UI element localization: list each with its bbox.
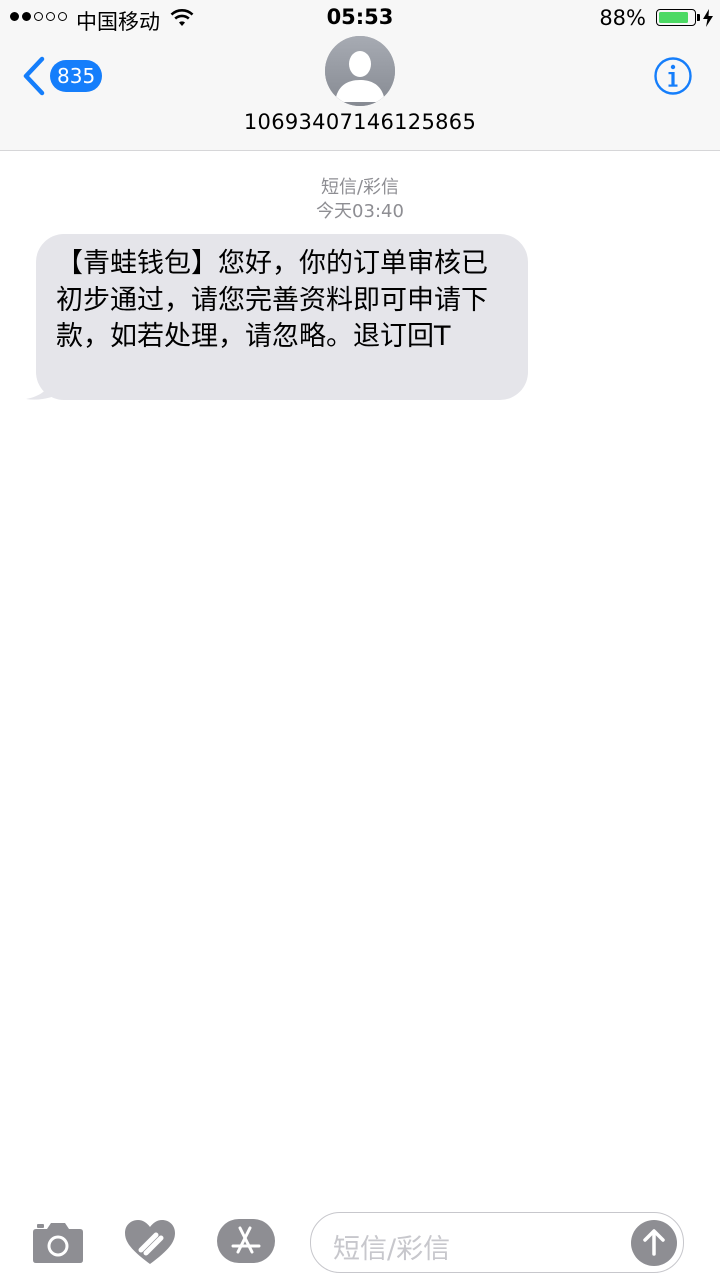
battery-level — [659, 12, 688, 23]
charging-bolt-icon — [703, 9, 713, 27]
send-arrow-icon — [643, 1229, 665, 1256]
conversation-header: 835 10693407146125865 — [0, 36, 720, 151]
battery-icon — [656, 9, 696, 26]
back-button-unread-badge[interactable]: 835 — [50, 60, 103, 92]
message-timestamp: 今天03:40 — [316, 201, 404, 222]
digital-touch-heart-icon[interactable] — [123, 1218, 177, 1266]
messages-screen: 中国移动 05:53 88% 835 10693407146125865 短信/… — [0, 0, 720, 1280]
status-bar: 中国移动 05:53 88% — [0, 0, 720, 36]
back-chevron-icon[interactable] — [20, 56, 46, 96]
send-button[interactable] — [631, 1220, 677, 1266]
app-store-icon[interactable] — [216, 1218, 276, 1264]
contact-number[interactable]: 10693407146125865 — [0, 110, 720, 134]
compose-bar: 短信/彩信 — [0, 1200, 720, 1280]
incoming-message-bubble[interactable]: 【青蛙钱包】您好，你的订单审核已初步通过，请您完善资料即可申请下款，如若处理，请… — [36, 234, 528, 400]
message-input[interactable]: 短信/彩信 — [310, 1212, 684, 1273]
message-service-label: 短信/彩信 — [320, 177, 400, 198]
message-input-placeholder: 短信/彩信 — [333, 1234, 451, 1265]
contact-avatar[interactable] — [325, 36, 395, 106]
person-silhouette-icon — [325, 36, 395, 106]
battery-tip — [697, 14, 700, 21]
battery-percentage: 88% — [599, 6, 646, 30]
camera-icon[interactable] — [32, 1220, 84, 1264]
info-icon[interactable] — [653, 56, 693, 96]
